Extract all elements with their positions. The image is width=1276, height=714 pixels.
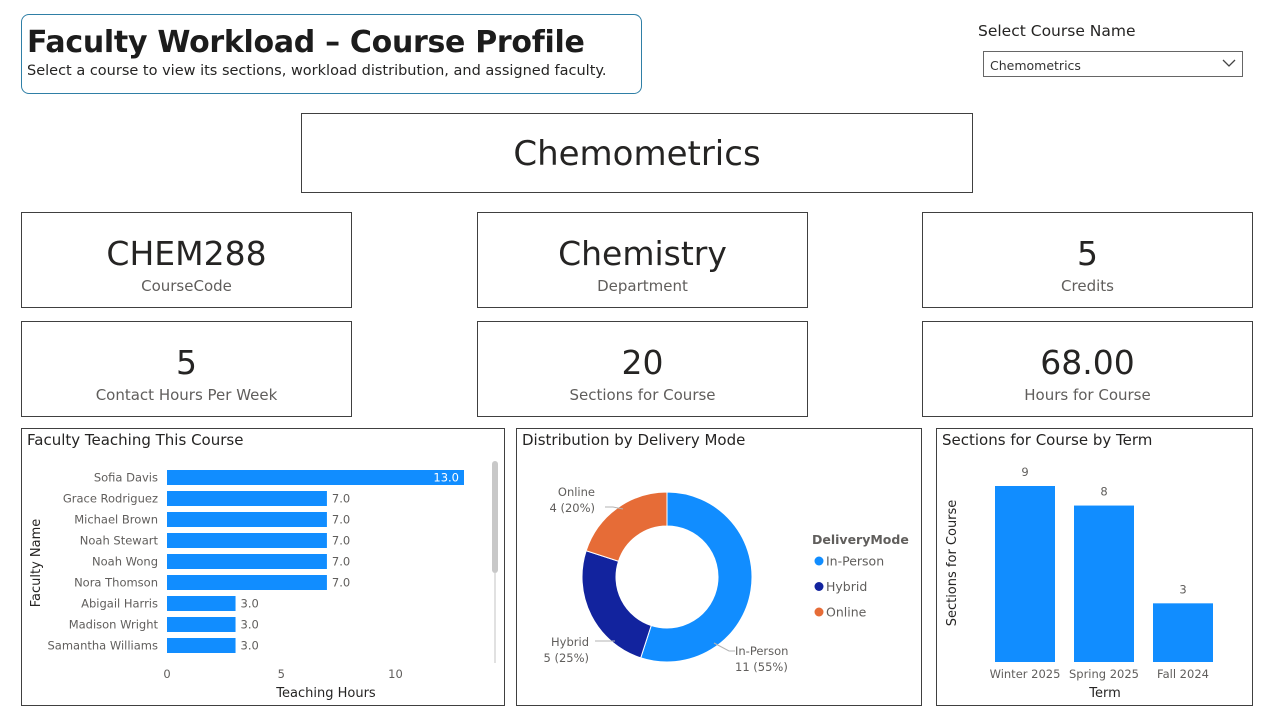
faculty-bar-value-label: 3.0 [241,618,259,632]
course-code-value: CHEM288 [106,234,267,273]
faculty-bar [167,638,236,653]
faculty-name-label: Nora Thomson [74,576,158,590]
department-label: Department [597,277,688,295]
term-bar-value-label: 8 [1100,485,1107,499]
y-axis-title: Faculty Name [29,519,44,608]
slice-value-label: 5 (25%) [543,651,589,665]
faculty-bar [167,617,236,632]
faculty-bar-value-label: 7.0 [332,576,350,590]
course-name-card: Chemometrics [301,113,973,193]
faculty-bar-chart: Sofia Davis 13.0 Grace Rodriguez 7.0 Michael… [29,461,498,701]
faculty-bar [167,575,327,590]
legend-item-label: Hybrid [826,579,867,594]
credits-card: 5 Credits [922,212,1253,308]
faculty-name-label: Samantha Williams [47,639,158,653]
faculty-name-label: Sofia Davis [94,471,158,485]
sections-label: Sections for Course [569,386,716,404]
hours-label: Hours for Course [1024,386,1151,404]
legend-marker [814,607,824,617]
x-tick-label: 5 [278,667,285,681]
slice-value-label: 11 (55%) [735,660,788,674]
leader-line [713,642,735,652]
faculty-bar-value-label: 3.0 [241,597,259,611]
slice-value-label: 4 (20%) [549,501,595,515]
faculty-name-label: Grace Rodriguez [63,492,158,506]
course-slicer-label: Select Course Name [978,22,1136,40]
term-tick-label: Spring 2025 [1069,667,1139,681]
course-code-label: CourseCode [141,277,232,295]
dropdown-selected-value: Chemometrics [990,58,1081,73]
department-value: Chemistry [558,234,727,273]
delivery-chart-panel: Distribution by Delivery Mode In-Person 1… [516,428,922,706]
faculty-name-label: Noah Stewart [80,534,159,548]
term-bar [1074,505,1134,662]
terms-chart-panel: Sections for Course by Term 9 Winter 2025… [936,428,1253,706]
hours-value: 68.00 [1040,343,1135,382]
term-bar-value-label: 9 [1021,465,1028,479]
course-code-card: CHEM288 CourseCode [21,212,352,308]
faculty-bar [167,512,327,527]
sections-value: 20 [621,343,664,382]
department-card: Chemistry Department [477,212,808,308]
term-bar [1153,603,1213,662]
faculty-bar [167,491,327,506]
contact-hours-card: 5 Contact Hours Per Week [21,321,352,417]
donut-slice-online [585,491,668,562]
scrollbar-thumb[interactable] [492,461,498,573]
faculty-bar [167,470,464,485]
faculty-bar [167,596,236,611]
faculty-chart-panel: Faculty Teaching This Course Sofia Davis… [21,428,505,706]
faculty-bar [167,533,327,548]
faculty-bar-value-label: 7.0 [332,555,350,569]
legend-item-label: Online [826,605,867,620]
sections-card: 20 Sections for Course [477,321,808,417]
faculty-bar-value-label: 7.0 [332,513,350,527]
faculty-bar-value-label: 13.0 [433,471,459,485]
scrollbar-track [494,573,496,663]
x-axis-title: Teaching Hours [275,686,376,701]
page-title: Faculty Workload – Course Profile [27,25,585,60]
slice-category-label: Hybrid [551,635,589,649]
x-axis-title: Term [1088,686,1121,701]
donut-slice-hybrid [581,550,652,659]
credits-label: Credits [1061,277,1114,295]
faculty-bar-value-label: 3.0 [241,639,259,653]
hours-card: 68.00 Hours for Course [922,321,1253,417]
faculty-bar [167,554,327,569]
credits-value: 5 [1077,234,1098,273]
x-tick-label: 10 [388,667,403,681]
term-bar [995,486,1055,662]
faculty-name-label: Noah Wong [92,555,158,569]
term-bar-value-label: 3 [1179,582,1186,596]
report-header: Faculty Workload – Course Profile Select… [21,14,642,94]
y-axis-title: Sections for Course [945,500,960,627]
slice-category-label: In-Person [735,644,788,658]
slice-category-label: Online [558,485,595,499]
faculty-name-label: Madison Wright [69,618,159,632]
course-name-dropdown[interactable]: Chemometrics [983,51,1243,77]
contact-hours-label: Contact Hours Per Week [95,386,278,404]
terms-column-chart: 9 Winter 2025 8 Spring 2025 3 Fall 2024 Term Se… [945,465,1213,701]
legend-title: DeliveryMode [812,532,909,547]
course-name-value: Chemometrics [513,134,761,174]
term-tick-label: Winter 2025 [990,667,1061,681]
faculty-name-label: Michael Brown [74,513,158,527]
chevron-down-icon [1222,59,1236,67]
delivery-donut-chart: In-Person 11 (55%) Hybrid 5 (25%) Online 4 (2… [543,485,909,674]
legend-item-label: In-Person [826,554,884,569]
faculty-bar-value-label: 7.0 [332,492,350,506]
page-subtitle: Select a course to view its sections, wo… [27,63,607,79]
faculty-name-label: Abigail Harris [81,597,158,611]
x-tick-label: 0 [163,667,170,681]
faculty-bar-value-label: 7.0 [332,534,350,548]
legend-marker [814,556,824,566]
legend-marker [814,582,824,591]
contact-hours-value: 5 [176,343,197,382]
term-tick-label: Fall 2024 [1157,667,1209,681]
